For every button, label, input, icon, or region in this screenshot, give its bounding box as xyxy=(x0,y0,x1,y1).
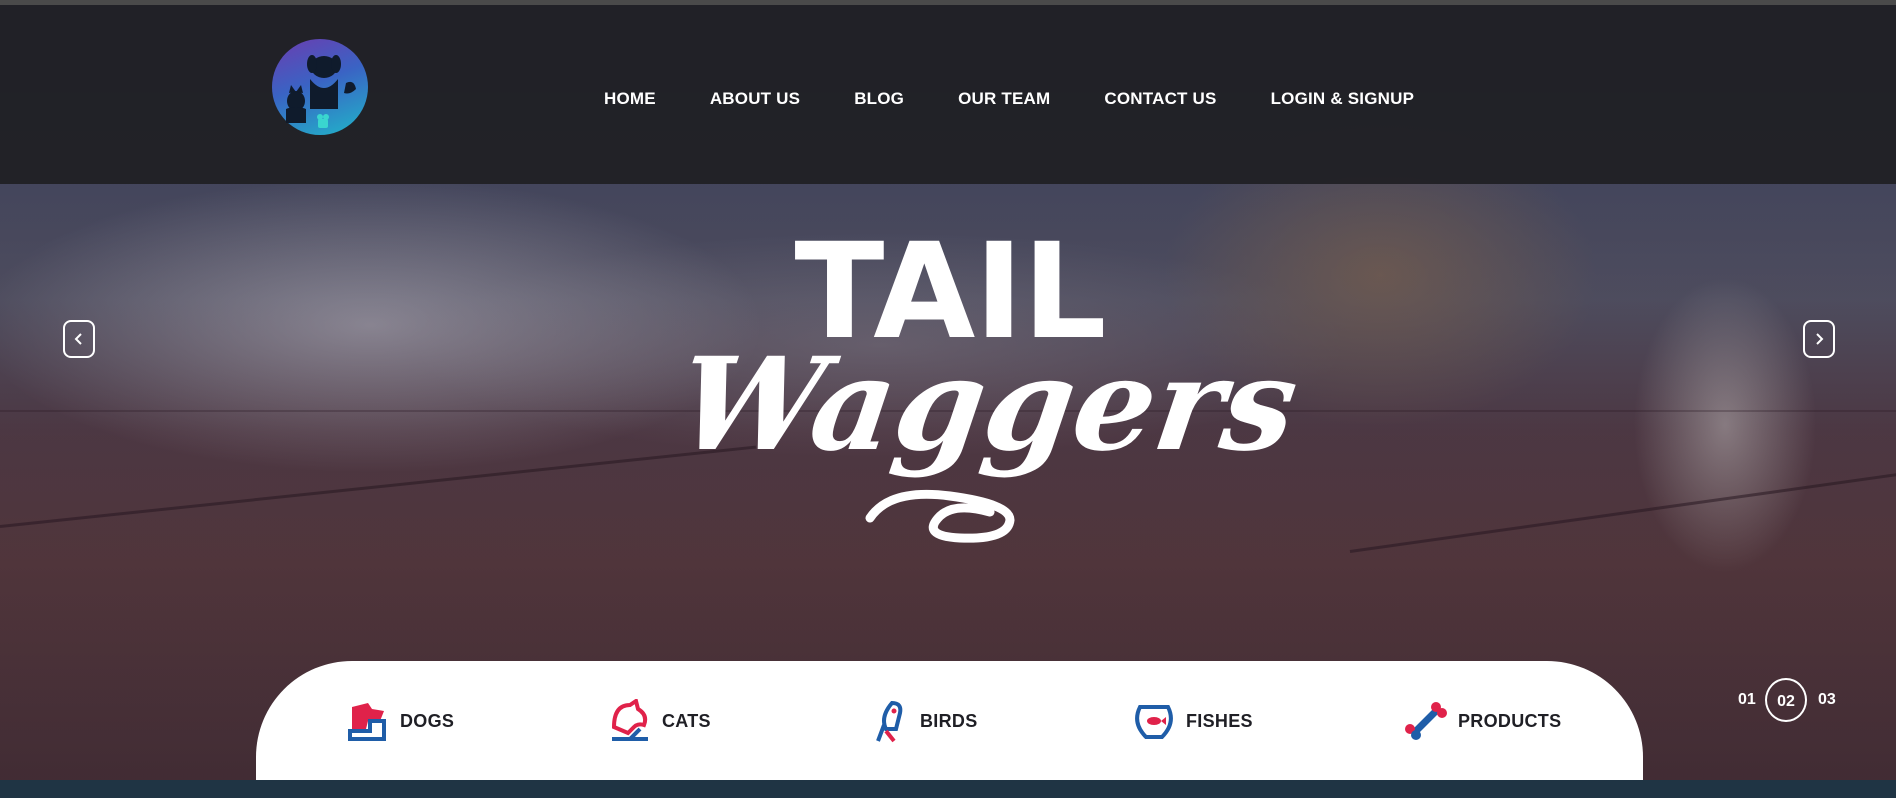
chevron-left-icon xyxy=(74,333,82,345)
slider-next-button[interactable] xyxy=(1803,320,1835,358)
category-birds[interactable]: BIRDS xyxy=(866,696,978,746)
main-nav: HOME ABOUT US BLOG OUR TEAM CONTACT US L… xyxy=(604,89,1468,115)
category-fishes[interactable]: FISHES xyxy=(1132,696,1253,746)
slide-02-current[interactable]: 02 xyxy=(1765,678,1807,722)
category-birds-label: BIRDS xyxy=(920,710,978,731)
category-fishes-label: FISHES xyxy=(1186,710,1253,731)
site-header: HOME ABOUT US BLOG OUR TEAM CONTACT US L… xyxy=(0,5,1896,184)
title-swash-decoration xyxy=(865,489,1015,543)
nav-about-us[interactable]: ABOUT US xyxy=(710,89,800,115)
hero-title-waggers: Waggers xyxy=(669,330,1307,480)
slide-03[interactable]: 03 xyxy=(1818,678,1836,722)
chevron-right-icon xyxy=(1816,333,1824,345)
dog-icon xyxy=(348,703,386,741)
category-products[interactable]: PRODUCTS xyxy=(1404,696,1561,746)
nav-home[interactable]: HOME xyxy=(604,89,656,115)
slide-01[interactable]: 01 xyxy=(1738,678,1756,722)
bone-icon xyxy=(1405,702,1447,740)
nav-login-signup[interactable]: LOGIN & SIGNUP xyxy=(1271,89,1415,115)
category-bar: DOGS CATS BIRDS FISHES PRODUCTS xyxy=(256,661,1643,780)
nav-contact-us[interactable]: CONTACT US xyxy=(1104,89,1216,115)
nav-blog[interactable]: BLOG xyxy=(854,89,904,115)
category-products-label: PRODUCTS xyxy=(1458,710,1562,731)
fishbowl-icon xyxy=(1135,705,1173,739)
slider-prev-button[interactable] xyxy=(63,320,95,358)
logo-icon[interactable] xyxy=(272,39,368,135)
bird-icon xyxy=(876,700,903,743)
category-cats-label: CATS xyxy=(662,710,711,731)
bottom-strip xyxy=(0,780,1896,798)
nav-our-team[interactable]: OUR TEAM xyxy=(958,89,1050,115)
cat-icon xyxy=(611,699,648,741)
category-dogs-label: DOGS xyxy=(400,710,455,731)
category-cats[interactable]: CATS xyxy=(608,696,711,746)
category-dogs[interactable]: DOGS xyxy=(346,696,454,746)
